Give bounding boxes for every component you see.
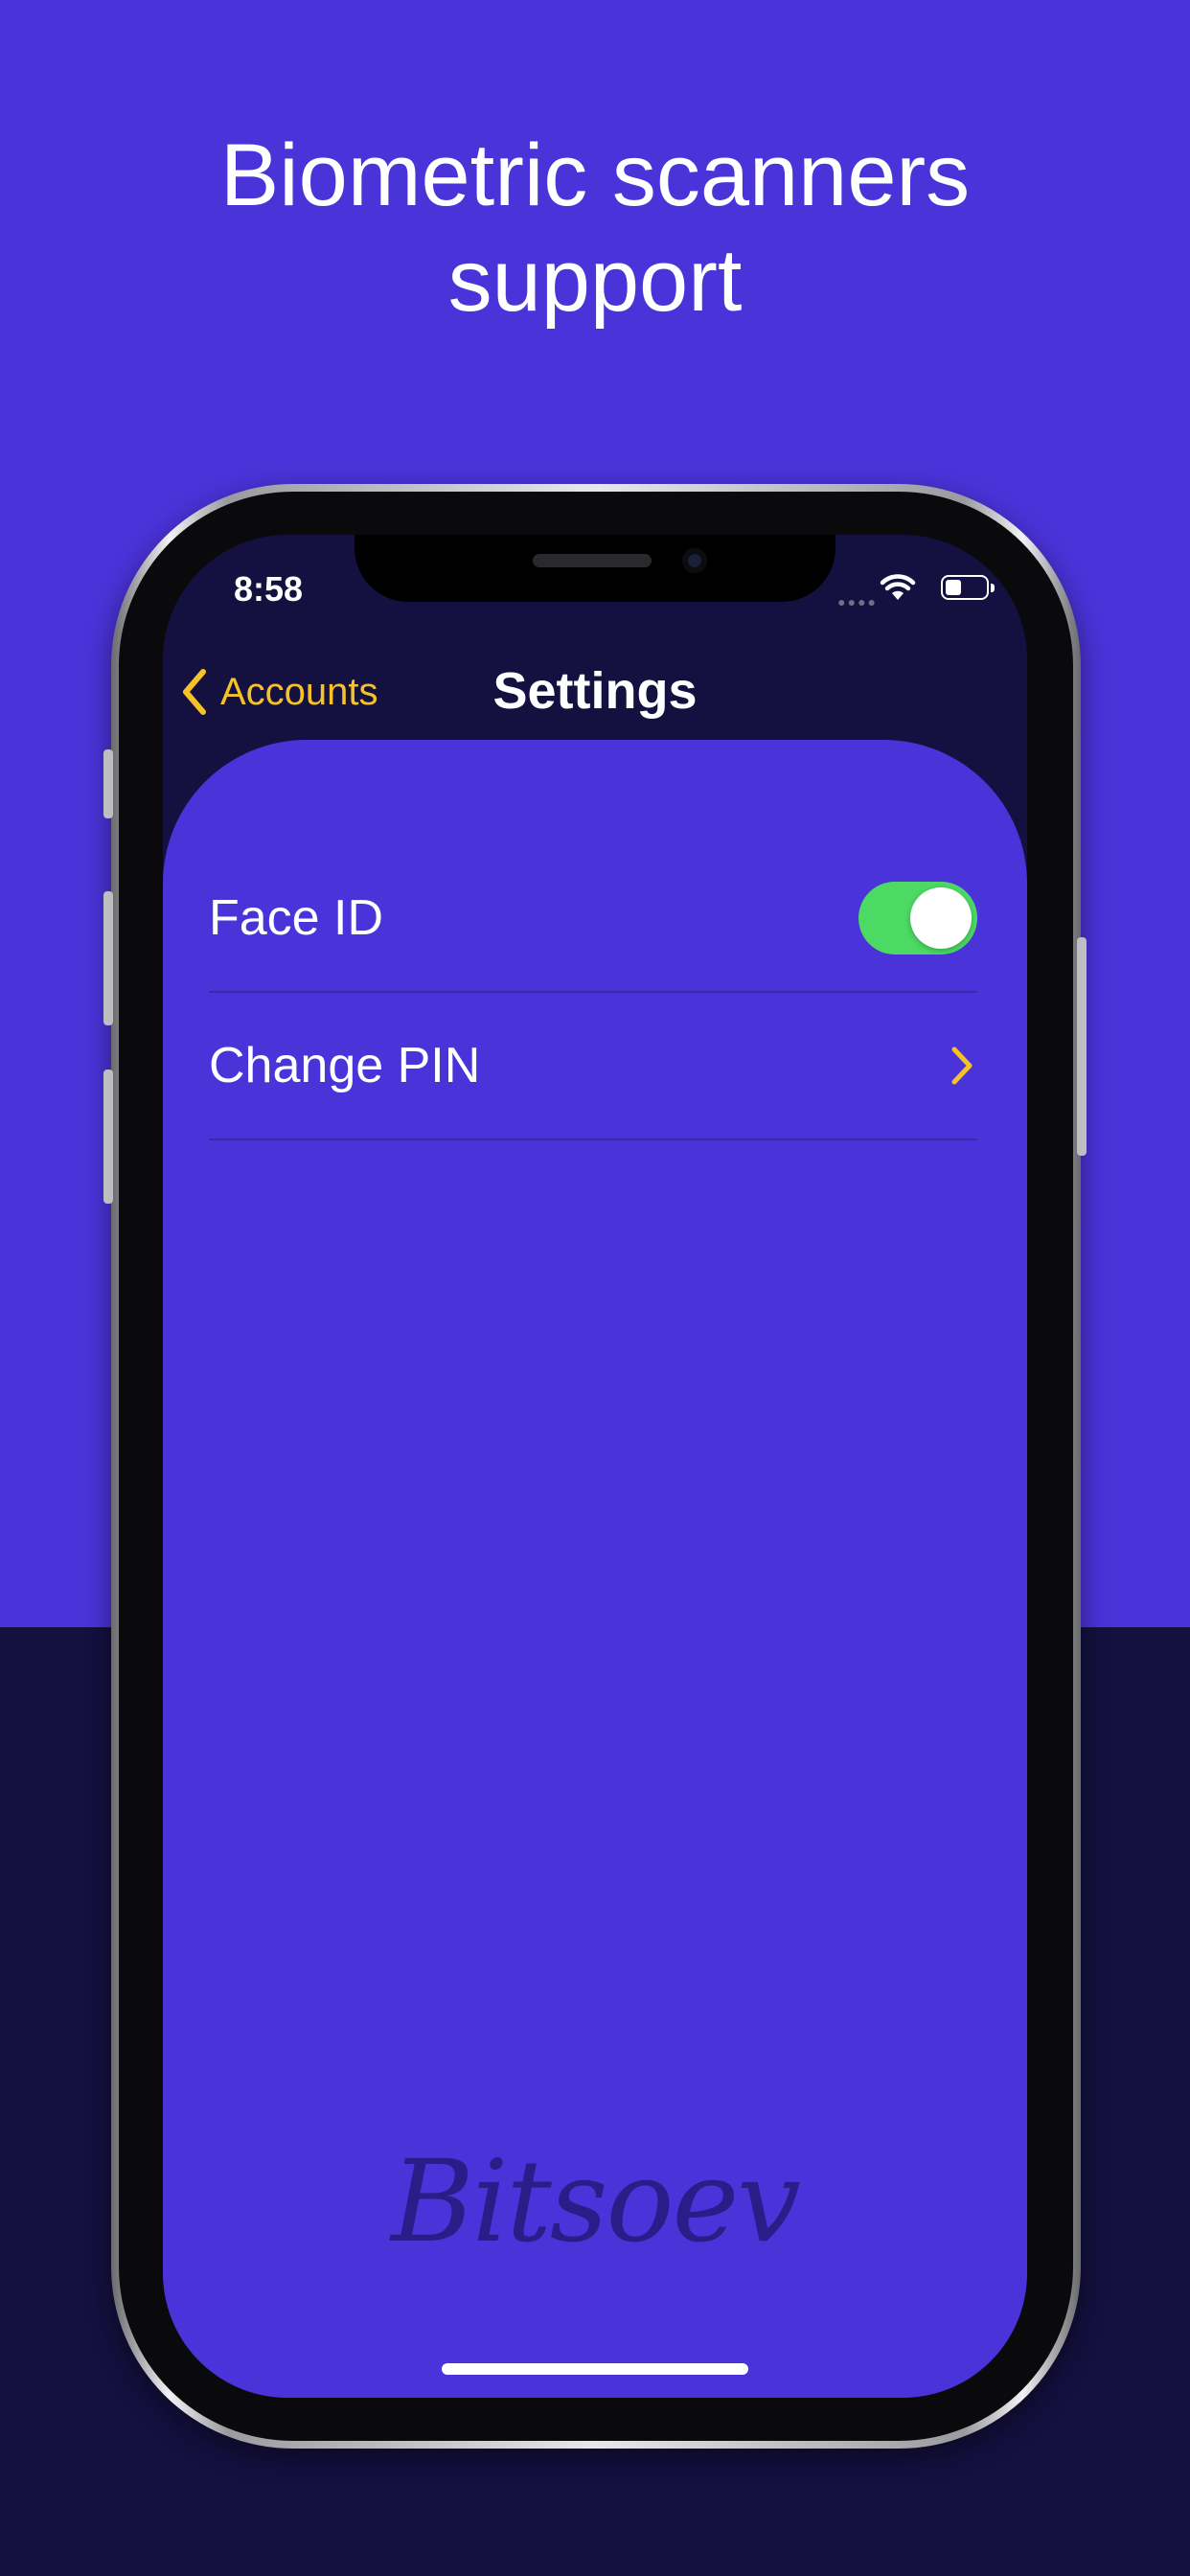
page-title: Settings bbox=[492, 662, 698, 720]
settings-row-face-id[interactable]: Face ID bbox=[209, 845, 977, 993]
battery-icon bbox=[941, 575, 995, 600]
chevron-right-icon bbox=[951, 1046, 973, 1085]
status-time: 8:58 bbox=[234, 569, 304, 609]
wifi-icon bbox=[880, 574, 916, 600]
face-id-label: Face ID bbox=[209, 890, 384, 946]
volume-up-button bbox=[103, 891, 113, 1025]
home-indicator[interactable] bbox=[442, 2363, 748, 2375]
front-camera bbox=[682, 548, 707, 573]
notch bbox=[355, 535, 835, 602]
power-button bbox=[1077, 937, 1087, 1156]
status-icons: ●●●● bbox=[797, 573, 995, 610]
settings-sheet: Face ID Change PIN Bitsoev bbox=[163, 740, 1027, 2398]
speaker-grille bbox=[533, 554, 652, 567]
change-pin-label: Change PIN bbox=[209, 1038, 481, 1093]
headline-line-1: Biometric scanners bbox=[219, 126, 971, 224]
settings-row-change-pin[interactable]: Change PIN bbox=[209, 993, 977, 1140]
toggle-knob bbox=[910, 887, 972, 949]
face-id-toggle[interactable] bbox=[858, 882, 977, 954]
volume-down-button bbox=[103, 1070, 113, 1204]
promo-headline: Biometric scanners support bbox=[0, 123, 1190, 334]
signal-dots-icon: ●●●● bbox=[837, 594, 878, 610]
navigation-bar: Accounts Settings bbox=[163, 640, 1027, 755]
headline-line-2: support bbox=[447, 232, 743, 330]
phone-screen: 8:58 ●●●● Accounts Settings Face ID Chan… bbox=[163, 535, 1027, 2398]
status-bar: 8:58 ●●●● bbox=[163, 535, 1027, 640]
silent-switch bbox=[103, 749, 113, 818]
brand-logo: Bitsoev bbox=[391, 2135, 801, 2267]
